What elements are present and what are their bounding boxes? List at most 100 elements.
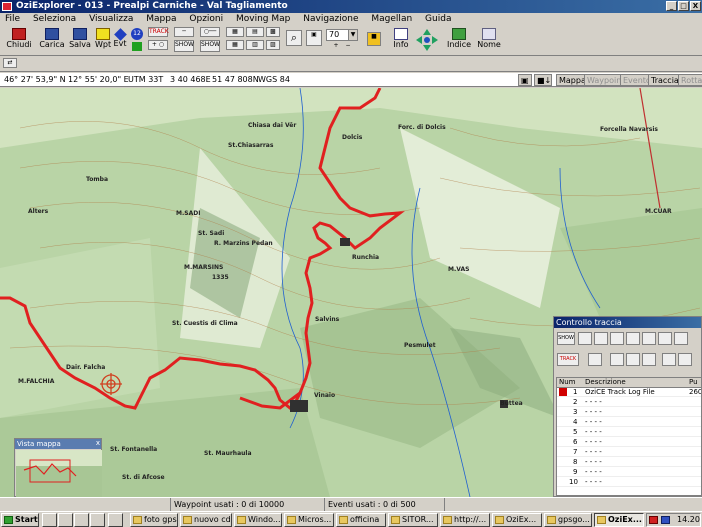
grid-tool-6[interactable]: ▨	[266, 40, 280, 50]
menu-mappa[interactable]: Mappa	[141, 13, 181, 26]
start-button[interactable]: Start	[1, 513, 39, 527]
track-color-icon[interactable]	[658, 332, 672, 345]
menu-moving-map[interactable]: Moving Map	[231, 13, 295, 26]
grid-tool-1[interactable]: ▦	[226, 27, 244, 37]
table-row[interactable]: 8- - - -	[557, 458, 701, 467]
name-tool-button[interactable]: ○──	[200, 27, 220, 37]
table-row[interactable]: 4- - - -	[557, 418, 701, 427]
track-button[interactable]: TRACK	[557, 353, 579, 366]
event-button[interactable]: Evt	[113, 28, 127, 54]
label-m-marsins: M.MARSINS	[184, 264, 224, 271]
map-image-icon[interactable]: ▣	[518, 74, 532, 86]
indice-button[interactable]: Indice	[447, 28, 471, 54]
waypoint-button[interactable]: Wpt	[95, 28, 111, 54]
quicklaunch-ie-icon[interactable]	[74, 513, 89, 527]
track-button[interactable]: TRACK	[148, 27, 169, 37]
track-props-icon[interactable]	[642, 353, 656, 366]
name-show-button[interactable]: SHOW	[200, 40, 220, 52]
index-icon	[452, 28, 466, 40]
table-row[interactable]: 3- - - -	[557, 408, 701, 417]
utm-zone: UTM 33T	[128, 75, 164, 84]
table-row[interactable]: 5- - - -	[557, 428, 701, 437]
pan-arrows-button[interactable]	[414, 28, 440, 54]
track-delete-icon[interactable]	[588, 353, 602, 366]
lock-icon[interactable]: ■	[367, 32, 381, 46]
menu-file[interactable]: File	[0, 13, 25, 26]
task-oziex-1[interactable]: OziEx...	[492, 513, 542, 527]
close-window-button[interactable]: X	[690, 1, 701, 11]
plus-minus-button[interactable]: + ○	[148, 40, 168, 50]
label-m-cuar: M.CUAR	[645, 208, 672, 215]
table-row[interactable]: 10- - - -	[557, 478, 701, 487]
arrow-up-icon[interactable]	[662, 353, 676, 366]
salva-button[interactable]: Salva	[68, 28, 92, 54]
northing-value: 51 47 808N	[212, 75, 259, 84]
show-track-button[interactable]: SHOW	[557, 332, 575, 345]
menu-navigazione[interactable]: Navigazione	[298, 13, 363, 26]
track-edit-icon[interactable]	[626, 332, 640, 345]
track-table-header: Num Descrizione Pu	[557, 378, 701, 388]
zoom-minus-button[interactable]: −	[342, 42, 354, 52]
route-edit-icon[interactable]: ⇄	[3, 58, 17, 68]
track-label-icon[interactable]	[642, 332, 656, 345]
label-runchia: Runchia	[352, 254, 380, 261]
minimize-button[interactable]: _	[666, 1, 677, 11]
label-afcose: St. di Afcose	[122, 474, 165, 481]
task-foto-gps[interactable]: foto gps	[130, 513, 178, 527]
tab-rotta[interactable]: Rotta	[678, 74, 702, 86]
grid-tool-2[interactable]: ▦	[226, 40, 244, 50]
quicklaunch-word-icon[interactable]	[90, 513, 105, 527]
table-row[interactable]: 1 OziCE Track Log File 260	[557, 388, 701, 397]
track-tool-button[interactable]: ─	[174, 27, 194, 37]
zoom-plus-button[interactable]: +	[330, 42, 342, 52]
tab-traccia[interactable]: Traccia	[648, 74, 682, 86]
arrow-down-icon[interactable]	[678, 353, 692, 366]
track-width-icon[interactable]	[674, 332, 688, 345]
overview-map[interactable]	[16, 450, 102, 497]
tray-icon[interactable]	[649, 516, 658, 524]
menu-visualizza[interactable]: Visualizza	[84, 13, 138, 26]
grid-tool-4[interactable]: ▥	[246, 40, 264, 50]
task-http[interactable]: http://...	[440, 513, 490, 527]
maximize-button[interactable]: □	[678, 1, 689, 11]
task-oziex-active[interactable]: OziEx...	[594, 513, 644, 527]
task-windows[interactable]: Windo...	[234, 513, 282, 527]
map-settings-button[interactable]: ▣	[306, 30, 322, 46]
label-vinaio: Vinaio	[314, 392, 336, 399]
grid-tool-3[interactable]: ▤	[246, 27, 264, 37]
grid-tool-5[interactable]: ▩	[266, 27, 280, 37]
task-microsoft[interactable]: Micros...	[284, 513, 334, 527]
chiudi-button[interactable]: Chiudi	[4, 28, 34, 54]
search-map-button[interactable]: ⌕	[286, 30, 302, 46]
info-button[interactable]: Info	[390, 28, 412, 54]
carica-button[interactable]: Carica	[38, 28, 66, 54]
track-save-icon[interactable]	[610, 353, 624, 366]
quicklaunch-app-icon[interactable]	[108, 513, 123, 527]
close-icon[interactable]: x	[96, 439, 100, 447]
track-line-icon[interactable]	[610, 332, 624, 345]
track-split-icon[interactable]	[594, 332, 608, 345]
task-officina[interactable]: officina	[336, 513, 386, 527]
menu-seleziona[interactable]: Seleziona	[28, 13, 81, 26]
menu-opzioni[interactable]: Opzioni	[184, 13, 228, 26]
task-nuovo-cd[interactable]: nuovo cd	[180, 513, 232, 527]
save-view-icon[interactable]: ■↓	[534, 74, 552, 86]
table-row[interactable]: 7- - - -	[557, 448, 701, 457]
show-track-button[interactable]: SHOW	[174, 40, 194, 52]
chevron-down-icon[interactable]: ▼	[348, 30, 357, 40]
menu-magellan[interactable]: Magellan	[366, 13, 417, 26]
track-number-button[interactable]: 12	[130, 28, 144, 54]
track-curve-icon[interactable]	[578, 332, 592, 345]
track-list-icon[interactable]	[626, 353, 640, 366]
task-sitor[interactable]: SITOR...	[388, 513, 438, 527]
quicklaunch-desktop-icon[interactable]	[58, 513, 73, 527]
task-gpsgo[interactable]: gpsgo...	[544, 513, 592, 527]
table-row[interactable]: 2- - - -	[557, 398, 701, 407]
menu-guida[interactable]: Guida	[420, 13, 456, 26]
network-icon[interactable]	[661, 516, 670, 524]
quicklaunch-explorer-icon[interactable]	[42, 513, 57, 527]
table-row[interactable]: 6- - - -	[557, 438, 701, 447]
nome-button[interactable]: Nome	[477, 28, 501, 54]
zoom-select[interactable]: 70 ▼	[326, 29, 358, 41]
table-row[interactable]: 9- - - -	[557, 468, 701, 477]
